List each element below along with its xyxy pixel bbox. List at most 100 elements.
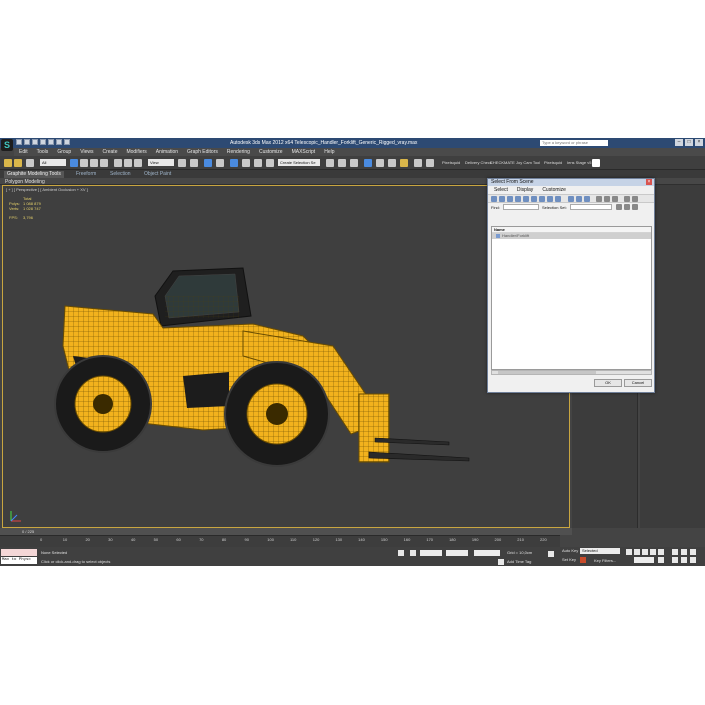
display-helpers-icon[interactable] xyxy=(523,196,529,202)
add-time-tag[interactable]: Add Time Tag xyxy=(507,559,531,564)
manipulate-icon[interactable] xyxy=(190,159,198,167)
scale-icon[interactable] xyxy=(134,159,142,167)
cancel-button[interactable]: Cancel xyxy=(624,379,652,387)
x-coord-field[interactable] xyxy=(420,550,442,556)
tab-freeform[interactable]: Freeform xyxy=(76,171,96,177)
redo-icon[interactable] xyxy=(48,139,54,145)
open-file-icon[interactable] xyxy=(24,139,30,145)
hierarchy-icon[interactable] xyxy=(596,196,602,202)
close-icon[interactable]: × xyxy=(695,139,703,146)
material-editor-icon[interactable] xyxy=(400,159,408,167)
toolbar-label-pixelsquid-2[interactable]: Pixelsquid xyxy=(544,160,562,165)
maxscript-listener-top[interactable] xyxy=(1,549,37,556)
key-mode-icon[interactable] xyxy=(548,551,554,557)
set-delete-icon[interactable] xyxy=(632,204,638,210)
find-input[interactable] xyxy=(503,204,539,210)
align-icon[interactable] xyxy=(338,159,346,167)
select-object-icon[interactable] xyxy=(70,159,78,167)
select-none-icon[interactable] xyxy=(576,196,582,202)
y-coord-field[interactable] xyxy=(446,550,468,556)
menu-tools[interactable]: Tools xyxy=(37,149,49,155)
maximize-icon[interactable]: □ xyxy=(685,139,693,146)
fetch-icon[interactable] xyxy=(64,139,70,145)
auto-key-button[interactable]: Auto Key xyxy=(562,548,578,553)
set-key-button[interactable]: Set Key xyxy=(562,557,576,562)
absolute-mode-icon[interactable] xyxy=(410,550,416,556)
keyboard-shortcut-icon[interactable] xyxy=(204,159,212,167)
named-selection-dropdown[interactable]: Create Selection Se xyxy=(278,159,320,166)
select-all-icon[interactable] xyxy=(568,196,574,202)
render-setup-icon[interactable] xyxy=(414,159,422,167)
display-cameras-icon[interactable] xyxy=(515,196,521,202)
lock-selection-icon[interactable] xyxy=(398,550,404,556)
orbit-icon[interactable] xyxy=(681,557,687,563)
layer-manager-icon[interactable] xyxy=(350,159,358,167)
dependents-icon[interactable] xyxy=(604,196,610,202)
display-groups-icon[interactable] xyxy=(539,196,545,202)
menu-graph-editors[interactable]: Graph Editors xyxy=(187,149,218,155)
set-options-icon[interactable] xyxy=(616,204,622,210)
selection-set-dropdown[interactable] xyxy=(570,204,612,210)
display-geometry-icon[interactable] xyxy=(491,196,497,202)
current-frame-field[interactable] xyxy=(634,557,654,563)
app-logo-icon[interactable]: S xyxy=(1,139,13,151)
rotate-icon[interactable] xyxy=(124,159,132,167)
time-config-icon[interactable] xyxy=(658,557,664,563)
track-bar[interactable]: 0 10 20 30 40 50 60 70 80 90 100 110 120 130 140 150 160… xyxy=(0,535,560,547)
children-icon[interactable] xyxy=(612,196,618,202)
menu-views[interactable]: Views xyxy=(80,149,93,155)
snaps-toggle-icon[interactable] xyxy=(216,159,224,167)
reference-coord-dropdown[interactable]: View xyxy=(148,159,174,166)
next-frame-icon[interactable] xyxy=(650,549,656,555)
tab-selection[interactable]: Selection xyxy=(110,171,131,177)
list-item[interactable]: Handler/Forklift xyxy=(492,233,651,239)
select-by-name-icon[interactable] xyxy=(80,159,88,167)
render-frame-icon[interactable] xyxy=(426,159,434,167)
schematic-view-icon[interactable] xyxy=(388,159,396,167)
dialog-menu-display[interactable]: Display xyxy=(517,186,533,194)
menu-help[interactable]: Help xyxy=(324,149,334,155)
menu-rendering[interactable]: Rendering xyxy=(227,149,250,155)
pan-icon[interactable] xyxy=(672,557,678,563)
menu-maxscript[interactable]: MAXScript xyxy=(292,149,316,155)
toolbar-label-delivery-check[interactable]: Delivery Check xyxy=(465,160,492,165)
dialog-menu-select[interactable]: Select xyxy=(494,186,508,194)
tab-graphite-modeling[interactable]: Graphite Modeling Tools xyxy=(4,171,64,178)
go-to-end-icon[interactable] xyxy=(658,549,664,555)
close-icon[interactable]: × xyxy=(646,179,652,185)
dialog-title-bar[interactable]: Select From Scene × xyxy=(488,179,654,186)
horizontal-scrollbar[interactable] xyxy=(491,370,652,375)
dialog-menu-customize[interactable]: Customize xyxy=(542,186,566,194)
undo-icon[interactable] xyxy=(40,139,46,145)
display-bones-icon[interactable] xyxy=(555,196,561,202)
set-key-icon[interactable] xyxy=(580,557,586,563)
window-crossing-icon[interactable] xyxy=(100,159,108,167)
menu-customize[interactable]: Customize xyxy=(259,149,283,155)
link-icon[interactable] xyxy=(4,159,12,167)
z-coord-field[interactable] xyxy=(474,550,500,556)
menu-group[interactable]: Group xyxy=(57,149,71,155)
bind-space-warp-icon[interactable] xyxy=(26,159,34,167)
save-icon[interactable] xyxy=(32,139,38,145)
key-filters-button[interactable]: Key Filters... xyxy=(594,558,616,563)
minimize-icon[interactable]: – xyxy=(675,139,683,146)
zoom-all-icon[interactable] xyxy=(681,549,687,555)
menu-animation[interactable]: Animation xyxy=(156,149,178,155)
zoom-extents-icon[interactable] xyxy=(690,549,696,555)
unlink-icon[interactable] xyxy=(14,159,22,167)
toolbar-label-joy-cam[interactable]: Joy Cam Tool xyxy=(516,160,540,165)
toolbar-label-iens-stage[interactable]: Iens Stage v5 xyxy=(567,160,591,165)
graphite-tools-icon[interactable] xyxy=(364,159,372,167)
display-shapes-icon[interactable] xyxy=(499,196,505,202)
time-slider[interactable]: 0 / 225 xyxy=(0,528,572,535)
angle-snap-icon[interactable] xyxy=(230,159,238,167)
toolbar-label-checkmate[interactable]: CHECKMATE xyxy=(490,160,515,165)
new-file-icon[interactable] xyxy=(16,139,22,145)
toolbar-label-pixelsquid[interactable]: Pixelsquid xyxy=(442,160,460,165)
edit-named-sets-icon[interactable] xyxy=(266,159,274,167)
set-save-icon[interactable] xyxy=(624,204,630,210)
maximize-viewport-icon[interactable] xyxy=(690,557,696,563)
scrollbar-thumb[interactable] xyxy=(498,371,596,374)
search-input[interactable]: Type a keyword or phrase xyxy=(540,140,608,146)
percent-snap-icon[interactable] xyxy=(242,159,250,167)
